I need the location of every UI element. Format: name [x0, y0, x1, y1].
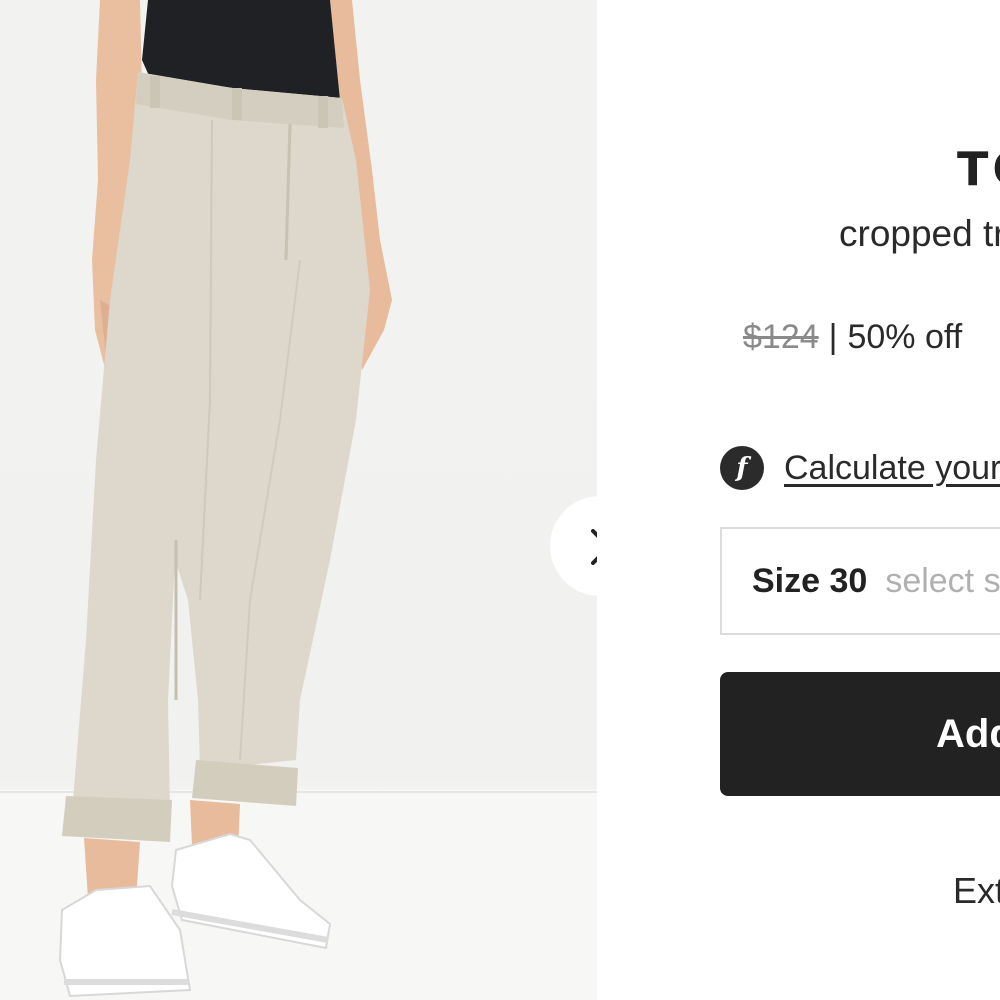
size-selector[interactable]: Size 30 select size	[720, 527, 1000, 635]
price-separator: |	[828, 318, 838, 356]
calculate-size-link[interactable]: Calculate your size	[784, 449, 1000, 488]
chevron-right-icon	[591, 529, 597, 565]
price-row: $124 | 50% off	[743, 318, 962, 357]
size-select-hint: select size	[885, 561, 1000, 600]
size-selected-value: Size 30	[752, 561, 868, 600]
product-name: cropped trousers	[839, 213, 1000, 254]
product-image-gallery	[0, 0, 597, 1000]
brand-name: TOMMY	[957, 142, 1000, 196]
add-to-bag-button[interactable]: Add to bag	[720, 672, 1000, 796]
product-info-panel: TOMMY cropped trousers $124|50% off f Ca…	[597, 0, 1000, 1000]
calculate-size-row[interactable]: f Calculate your size	[720, 445, 1000, 491]
product-photo	[0, 0, 597, 1000]
original-price: $124	[743, 318, 819, 356]
f-circle-icon: f	[720, 446, 764, 490]
discount-label: 50% off	[847, 318, 963, 356]
extra-info-text: Extra	[953, 870, 1000, 911]
